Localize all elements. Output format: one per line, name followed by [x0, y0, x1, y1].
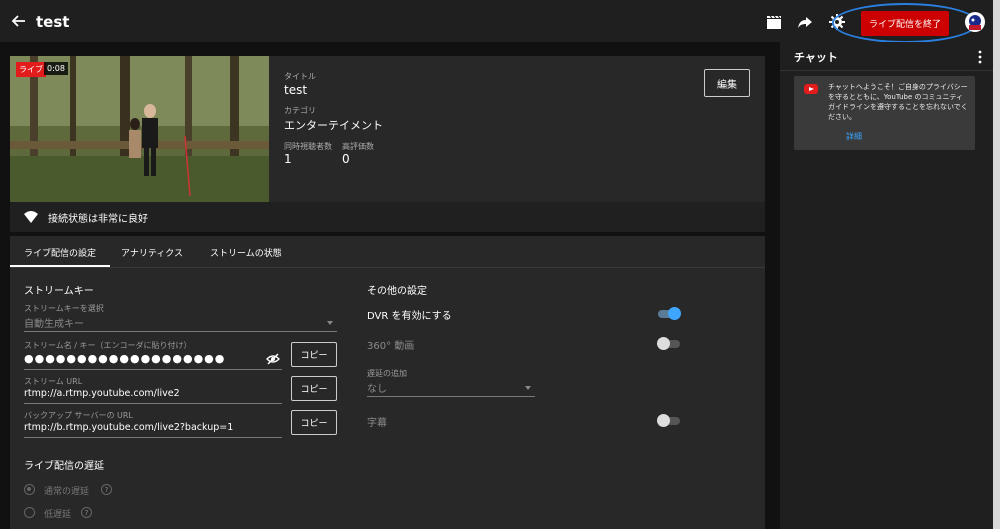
- dropdown-arrow-icon: [525, 386, 531, 390]
- viewers-value: 1: [284, 152, 292, 166]
- annotation-highlight: [832, 3, 978, 43]
- video360-label: 360° 動画: [367, 341, 415, 352]
- stream-key-label: ストリーム名 / キー（エンコーダに貼り付け）: [24, 341, 192, 350]
- backup-url-field[interactable]: rtmp://b.rtmp.youtube.com/live2?backup=1: [24, 422, 233, 433]
- toggle-knob: [657, 414, 670, 427]
- page-scroll-edge: [993, 0, 1000, 529]
- wifi-signal-icon: [24, 211, 38, 223]
- tab-analytics[interactable]: アナリティクス: [121, 246, 183, 259]
- low-latency-label: 低遅延: [44, 510, 72, 520]
- captions-label: 字幕: [367, 418, 387, 429]
- latency-heading: ライブ配信の遅延: [24, 461, 104, 472]
- tab-divider: [10, 267, 765, 268]
- chat-divider: [780, 70, 993, 71]
- delay-label: 遅延の追加: [367, 369, 407, 378]
- viewers-label: 同時視聴者数: [284, 142, 332, 151]
- category-value: エンターテイメント: [284, 119, 383, 132]
- field-underline: [367, 396, 535, 397]
- field-underline: [24, 403, 282, 404]
- field-underline: [24, 369, 282, 370]
- dvr-label: DVR を有効にする: [367, 311, 452, 322]
- share-icon[interactable]: [796, 13, 814, 31]
- help-icon[interactable]: ?: [81, 507, 92, 518]
- video-frame: [10, 56, 269, 202]
- category-label: カテゴリ: [284, 106, 316, 115]
- dropdown-arrow-icon: [327, 321, 333, 325]
- delay-select[interactable]: なし: [367, 380, 387, 395]
- chat-details-link[interactable]: 詳細: [846, 131, 862, 142]
- other-settings-heading: その他の設定: [367, 286, 427, 297]
- stream-url-field[interactable]: rtmp://a.rtmp.youtube.com/live2: [24, 388, 180, 399]
- tab-stream-health[interactable]: ストリームの状態: [210, 246, 282, 259]
- settings-panel: ライブ配信の設定 アナリティクス ストリームの状態 ストリームキー ストリームキ…: [10, 236, 765, 529]
- edit-button[interactable]: 編集: [704, 69, 750, 97]
- elapsed-time: 0:08: [44, 62, 68, 75]
- copy-stream-key-button[interactable]: コピー: [291, 342, 337, 367]
- title-value: test: [284, 83, 308, 97]
- copy-backup-url-button[interactable]: コピー: [291, 410, 337, 435]
- title-label: タイトル: [284, 72, 316, 81]
- tab-stream-settings[interactable]: ライブ配信の設定: [24, 246, 96, 259]
- stream-key-field[interactable]: ●●●●●●●●●●●●●●●●●●●: [24, 352, 225, 365]
- live-badge: ライブ: [16, 62, 46, 77]
- visibility-off-icon[interactable]: [266, 353, 280, 365]
- likes-value: 0: [342, 152, 350, 166]
- chat-welcome-message: チャットへようこそ！ご自身のプライバシーを守るとともに、YouTube のコミュ…: [828, 83, 968, 121]
- back-arrow-icon[interactable]: [10, 12, 28, 30]
- stream-url-label: ストリーム URL: [24, 377, 83, 386]
- stream-key-select[interactable]: 自動生成キー: [24, 315, 84, 330]
- copy-stream-url-button[interactable]: コピー: [291, 376, 337, 401]
- field-underline: [24, 437, 282, 438]
- stream-key-heading: ストリームキー: [24, 286, 94, 297]
- chat-title: チャット: [794, 51, 838, 64]
- radio-low-latency[interactable]: [24, 507, 35, 518]
- backup-url-label: バックアップ サーバーの URL: [24, 411, 133, 420]
- stream-key-select-label: ストリームキーを選択: [24, 304, 104, 313]
- toggle-knob: [657, 337, 670, 350]
- chat-panel: チャット チャットへようこそ！ご自身のプライバシーを守るとともに、YouTube…: [780, 42, 993, 529]
- connection-status-row: 接続状態は非常に良好: [10, 202, 765, 232]
- clapperboard-icon[interactable]: [765, 13, 783, 31]
- more-options-icon[interactable]: [978, 50, 982, 64]
- help-icon[interactable]: ?: [101, 484, 112, 495]
- likes-label: 高評価数: [342, 142, 374, 151]
- field-underline: [24, 331, 337, 332]
- main-content: ライブ 0:08 タイトル test カテゴリ エンターテイメント 同時視聴者数…: [0, 42, 780, 529]
- avatar-image: [965, 12, 985, 32]
- top-bar: test ライブ配信を終了: [0, 0, 1000, 43]
- connection-status-text: 接続状態は非常に良好: [48, 214, 148, 225]
- stream-preview-panel: ライブ 0:08 タイトル test カテゴリ エンターテイメント 同時視聴者数…: [10, 56, 765, 232]
- radio-normal-latency[interactable]: [24, 484, 35, 495]
- chat-welcome-card: チャットへようこそ！ご自身のプライバシーを守るとともに、YouTube のコミュ…: [794, 76, 975, 150]
- normal-latency-label: 通常の遅延: [44, 487, 90, 497]
- page-title: test: [36, 13, 70, 31]
- youtube-icon: [804, 84, 818, 94]
- avatar[interactable]: [965, 12, 985, 32]
- stream-preview-video[interactable]: ライブ 0:08: [10, 56, 269, 202]
- toggle-knob: [668, 307, 681, 320]
